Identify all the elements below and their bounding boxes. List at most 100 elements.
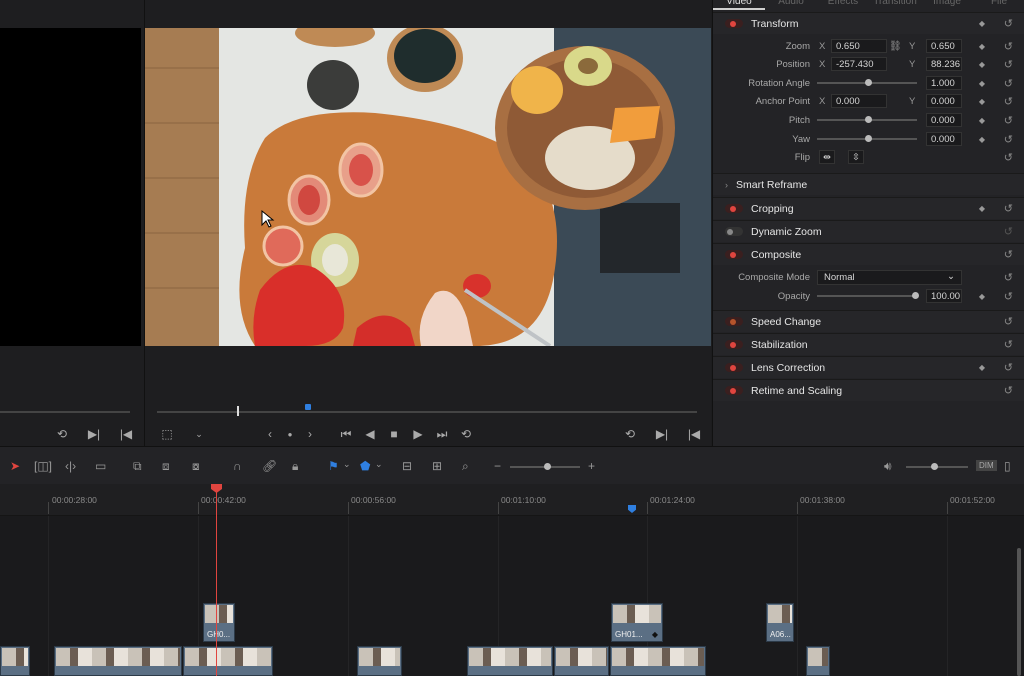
- keyframe-icon[interactable]: ◆: [979, 19, 985, 28]
- dynamic-trim-icon[interactable]: ‹|›: [65, 459, 76, 473]
- source-scrubber[interactable]: [0, 411, 130, 413]
- keyframe-icon[interactable]: ◆: [979, 135, 985, 144]
- keyframe-icon[interactable]: ◆: [979, 363, 985, 372]
- snapping-icon[interactable]: ∩: [233, 459, 242, 473]
- timeline-zoom-slider[interactable]: [510, 463, 580, 470]
- anchor-y-field[interactable]: 0.000: [926, 94, 962, 108]
- speed-change-toggle[interactable]: [725, 317, 743, 326]
- tab-file[interactable]: File: [973, 0, 1024, 10]
- composite-section[interactable]: Composite ↺: [713, 243, 1024, 265]
- jog-left-icon[interactable]: ‹: [263, 427, 277, 441]
- lens-correction-toggle[interactable]: [725, 363, 743, 372]
- go-to-end-icon[interactable]: ⏭: [435, 427, 449, 442]
- lock-icon[interactable]: 🔒︎: [292, 459, 298, 474]
- step-forward-icon[interactable]: ▶|: [87, 427, 101, 441]
- video-frame[interactable]: [145, 28, 711, 346]
- chevron-right-icon[interactable]: ›: [725, 180, 728, 190]
- keyframe-icon[interactable]: ◆: [979, 204, 985, 213]
- timeline-clip[interactable]: GH0...: [203, 603, 235, 642]
- tab-video[interactable]: Video: [713, 0, 765, 10]
- timeline-clip[interactable]: [554, 646, 609, 676]
- trim-tool-icon[interactable]: [◫]: [34, 459, 52, 473]
- go-to-start-icon[interactable]: ⏮: [339, 427, 353, 442]
- reset-icon[interactable]: ↺: [1004, 114, 1013, 127]
- playhead[interactable]: [216, 484, 217, 676]
- reset-icon[interactable]: ↺: [1004, 58, 1013, 71]
- selection-tool-icon[interactable]: ➤: [10, 459, 20, 473]
- reset-icon[interactable]: ↺: [1004, 290, 1013, 303]
- step-forward-icon[interactable]: ▶|: [655, 427, 669, 441]
- chevron-down-icon[interactable]: ⌄: [375, 459, 383, 470]
- reset-icon[interactable]: ↺: [1004, 271, 1013, 284]
- reset-icon[interactable]: ↺: [1004, 95, 1013, 108]
- timeline-clip[interactable]: [806, 646, 830, 676]
- keyframe-icon[interactable]: ◆: [979, 116, 985, 125]
- reset-icon[interactable]: ↺: [1004, 133, 1013, 146]
- yaw-slider[interactable]: [817, 135, 917, 142]
- zoom-x-field[interactable]: 0.650: [831, 39, 887, 53]
- lens-correction-section[interactable]: Lens Correction ◆ ↺: [713, 356, 1024, 378]
- zoom-y-field[interactable]: 0.650: [926, 39, 962, 53]
- reset-icon[interactable]: ↺: [1004, 248, 1013, 261]
- loop-icon[interactable]: ⟲: [623, 427, 637, 441]
- reset-icon[interactable]: ↺: [1004, 40, 1013, 53]
- tab-transition[interactable]: Transition: [869, 0, 921, 10]
- retime-section[interactable]: Retime and Scaling ↺: [713, 379, 1024, 401]
- pitch-slider[interactable]: [817, 116, 917, 123]
- speed-change-section[interactable]: Speed Change ↺: [713, 310, 1024, 332]
- composite-mode-select[interactable]: Normal ⌄: [817, 269, 962, 285]
- smart-reframe-section[interactable]: › Smart Reframe: [713, 173, 1024, 195]
- reset-icon[interactable]: ↺: [1004, 77, 1013, 90]
- meter-icon[interactable]: ▯: [1004, 459, 1011, 473]
- keyframe-icon[interactable]: ◆: [979, 292, 985, 301]
- scrubber-handle[interactable]: [237, 406, 239, 416]
- cropping-toggle[interactable]: [725, 204, 743, 213]
- step-back-icon[interactable]: |◀: [119, 427, 133, 441]
- pitch-field[interactable]: 0.000: [926, 113, 962, 127]
- zoom-in-icon[interactable]: +: [588, 459, 595, 473]
- insert-clip-icon[interactable]: ⧉: [133, 459, 142, 474]
- timeline-clip[interactable]: [467, 646, 553, 676]
- reset-icon[interactable]: ↺: [1004, 17, 1013, 30]
- chevron-down-icon[interactable]: ⌄: [343, 459, 351, 470]
- timeline-clip[interactable]: [610, 646, 706, 676]
- keyframe-icon[interactable]: ◆: [979, 79, 985, 88]
- timeline-tracks[interactable]: GH0... GH01... ◆ A06...: [0, 516, 1024, 676]
- position-x-field[interactable]: -257.430: [831, 57, 887, 71]
- replace-clip-icon[interactable]: ⧇: [192, 459, 200, 474]
- zoom-out-icon[interactable]: −: [494, 459, 501, 473]
- flip-horizontal-icon[interactable]: ⇹: [819, 150, 835, 164]
- keyframe-icon[interactable]: ◆: [979, 60, 985, 69]
- position-y-field[interactable]: 88.236: [926, 57, 962, 71]
- rotation-field[interactable]: 1.000: [926, 76, 962, 90]
- flag-icon[interactable]: ⚑: [328, 459, 339, 473]
- zoom-full-icon[interactable]: ⊟: [402, 459, 412, 473]
- stabilization-toggle[interactable]: [725, 340, 743, 349]
- opacity-field[interactable]: 100.00: [926, 289, 962, 303]
- timeline-clip[interactable]: A06...: [766, 603, 794, 642]
- reset-icon[interactable]: ↺: [1004, 315, 1013, 328]
- timeline-clip[interactable]: [54, 646, 182, 676]
- zoom-custom-icon[interactable]: ⌕: [462, 459, 469, 474]
- timeline-clip[interactable]: [183, 646, 273, 676]
- volume-slider[interactable]: [906, 463, 968, 470]
- chevron-down-icon[interactable]: ⌄: [192, 429, 206, 440]
- jog-control[interactable]: ‹ ● ›: [263, 424, 317, 444]
- reset-icon[interactable]: ↺: [1004, 202, 1013, 215]
- timeline-clip[interactable]: [357, 646, 402, 676]
- timeline-ruler[interactable]: 00:00:28:00 00:00:42:00 00:00:56:00 00:0…: [0, 484, 1024, 516]
- overwrite-clip-icon[interactable]: ⧈: [162, 459, 170, 474]
- transform-toggle[interactable]: [725, 19, 743, 28]
- tab-effects[interactable]: Effects: [817, 0, 869, 10]
- flip-vertical-icon[interactable]: ⇳: [848, 150, 864, 164]
- timeline-clip[interactable]: [0, 646, 30, 676]
- reset-icon[interactable]: ↺: [1004, 225, 1013, 238]
- composite-toggle[interactable]: [725, 250, 743, 259]
- loop-icon[interactable]: ⟲: [459, 427, 473, 441]
- opacity-slider[interactable]: [817, 292, 919, 299]
- tab-audio[interactable]: Audio: [765, 0, 817, 10]
- play-icon[interactable]: ▶: [411, 427, 425, 441]
- dynamic-zoom-section[interactable]: Dynamic Zoom ↺: [713, 220, 1024, 242]
- reset-icon[interactable]: ↺: [1004, 338, 1013, 351]
- crop-icon[interactable]: ⬚: [160, 427, 174, 441]
